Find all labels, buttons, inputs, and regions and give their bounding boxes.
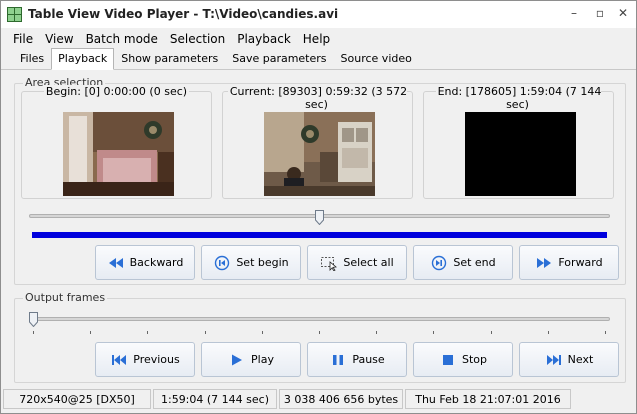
stop-icon (439, 352, 457, 368)
double-left-arrow-icon (107, 255, 125, 271)
status-duration: 1:59:04 (7 144 sec) (153, 389, 277, 409)
slider-tick (204, 331, 206, 334)
status-size: 3 038 406 656 bytes (279, 389, 403, 409)
set-end-label: Set end (453, 256, 496, 269)
current-caption: Current: [89303] 0:59:32 (3 572 sec) (227, 85, 408, 111)
title-bar[interactable]: Table View Video Player - T:\Video\candi… (1, 1, 636, 28)
window-title: Table View Video Player - T:\Video\candi… (28, 7, 339, 21)
previous-icon (110, 352, 128, 368)
menu-view[interactable]: View (39, 32, 79, 46)
end-frame-panel: End: [178605] 1:59:04 (7 144 sec) (423, 85, 614, 199)
pause-label: Pause (352, 353, 385, 366)
minimize-button[interactable]: – (564, 5, 584, 21)
begin-frame-panel: Begin: [0] 0:00:00 (0 sec) (21, 85, 212, 199)
tab-save-parameters[interactable]: Save parameters (225, 49, 333, 69)
begin-caption: Begin: [0] 0:00:00 (0 sec) (43, 85, 190, 98)
slider-tick (433, 331, 435, 334)
menu-help[interactable]: Help (297, 32, 336, 46)
menu-file[interactable]: File (7, 32, 39, 46)
begin-frame-thumbnail[interactable] (63, 112, 174, 196)
menu-batch-mode[interactable]: Batch mode (80, 32, 164, 46)
backward-label: Backward (129, 256, 184, 269)
pause-icon (329, 352, 347, 368)
set-begin-label: Set begin (236, 256, 289, 269)
slider-tick (605, 331, 606, 334)
slider-tick (33, 331, 34, 334)
app-window: Table View Video Player - T:\Video\candi… (0, 0, 637, 414)
output-frames-label: Output frames (23, 291, 108, 304)
pause-button[interactable]: Pause (307, 342, 407, 377)
status-resolution: 720x540@25 [DX50] (3, 389, 151, 409)
slider-tick (376, 331, 378, 334)
slider-tick (490, 331, 492, 334)
area-position-slider-thumb[interactable] (315, 210, 324, 226)
slider-tick (319, 331, 320, 334)
menu-selection[interactable]: Selection (164, 32, 231, 46)
forward-button[interactable]: Forward (519, 245, 619, 280)
next-icon (545, 352, 563, 368)
previous-label: Previous (133, 353, 180, 366)
select-all-icon (320, 255, 338, 271)
set-end-icon (430, 255, 448, 271)
backward-button[interactable]: Backward (95, 245, 195, 280)
play-button[interactable]: Play (201, 342, 301, 377)
forward-label: Forward (558, 256, 603, 269)
status-bar: 720x540@25 [DX50] 1:59:04 (7 144 sec) 3 … (3, 388, 634, 410)
stop-button[interactable]: Stop (413, 342, 513, 377)
status-date: Thu Feb 18 21:07:01 2016 (405, 389, 571, 409)
slider-tick (261, 331, 263, 334)
slider-tick (547, 331, 549, 334)
set-begin-button[interactable]: Set begin (201, 245, 301, 280)
output-frame-slider-track[interactable] (29, 317, 610, 321)
set-end-button[interactable]: Set end (413, 245, 513, 280)
menu-bar: File View Batch mode Selection Playback … (1, 29, 636, 49)
tab-files[interactable]: Files (13, 49, 51, 69)
menu-playback[interactable]: Playback (231, 32, 297, 46)
double-right-arrow-icon (535, 255, 553, 271)
slider-tick (147, 331, 149, 334)
tab-source-video[interactable]: Source video (334, 49, 419, 69)
tab-playback[interactable]: Playback (51, 48, 115, 70)
play-label: Play (251, 353, 274, 366)
end-caption: End: [178605] 1:59:04 (7 144 sec) (435, 85, 602, 111)
select-all-label: Select all (343, 256, 394, 269)
selection-range-bar (32, 232, 607, 238)
play-icon (228, 352, 246, 368)
current-frame-panel: Current: [89303] 0:59:32 (3 572 sec) (222, 85, 413, 199)
end-frame-thumbnail[interactable] (465, 112, 576, 196)
set-begin-icon (213, 255, 231, 271)
output-frame-slider-thumb[interactable] (29, 312, 38, 328)
tab-show-parameters[interactable]: Show parameters (114, 49, 225, 69)
next-button[interactable]: Next (519, 342, 619, 377)
current-frame-thumbnail[interactable] (264, 112, 375, 196)
app-icon[interactable] (7, 7, 22, 22)
slider-tick (90, 331, 92, 334)
previous-button[interactable]: Previous (95, 342, 195, 377)
close-button[interactable]: ✕ (613, 5, 633, 21)
select-all-button[interactable]: Select all (307, 245, 407, 280)
stop-label: Stop (461, 353, 487, 366)
maximize-button[interactable]: ▫ (590, 5, 610, 21)
next-label: Next (567, 353, 594, 366)
tab-strip: Files Playback Show parameters Save para… (1, 48, 636, 70)
